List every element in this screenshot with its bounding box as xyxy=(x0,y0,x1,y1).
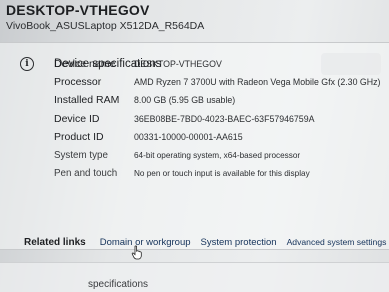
info-icon: i xyxy=(20,57,34,71)
spec-value: 36EB08BE-7BD0-4023-BAEC-63F57946759A xyxy=(134,113,315,124)
spec-label: Installed RAM xyxy=(54,94,120,107)
spec-value: 64-bit operating system, x64-based proce… xyxy=(134,150,301,160)
spec-row-device-name: Device name DESKTOP-VTHEGOV xyxy=(54,55,380,73)
spec-label: Device name xyxy=(54,58,116,71)
device-header: DESKTOP-VTHEGOV VivoBook_ASUSLaptop X512… xyxy=(6,2,204,32)
spec-row-device-id: Device ID 36EB08BE-7BD0-4023-BAEC-63F579… xyxy=(54,110,380,128)
spec-label: Processor xyxy=(54,76,102,89)
spec-value: No pen or touch input is available for t… xyxy=(134,168,310,178)
spec-row-pen-and-touch: Pen and touch No pen or touch input is a… xyxy=(54,164,380,182)
spec-row-system-type: System type 64-bit operating system, x64… xyxy=(54,146,380,164)
system-protection-link[interactable]: System protection xyxy=(201,237,277,248)
spec-label: Device ID xyxy=(54,112,100,125)
spec-value: AMD Ryzen 7 3700U with Radeon Vega Mobil… xyxy=(134,77,381,88)
system-about-page: DESKTOP-VTHEGOV VivoBook_ASUSLaptop X512… xyxy=(0,0,389,292)
spec-row-installed-ram: Installed RAM 8.00 GB (5.95 GB usable) xyxy=(54,91,380,109)
next-section-peek xyxy=(0,262,389,292)
related-links-label: Related links xyxy=(24,236,86,248)
spec-value: DESKTOP-VTHEGOV xyxy=(134,59,222,70)
spec-row-processor: Processor AMD Ryzen 7 3700U with Radeon … xyxy=(54,73,380,91)
spec-label: Pen and touch xyxy=(54,167,118,179)
domain-or-workgroup-link[interactable]: Domain or workgroup xyxy=(100,237,191,248)
spec-value: 8.00 GB (5.95 GB usable) xyxy=(134,95,236,106)
spec-label: System type xyxy=(54,149,108,161)
hand-cursor-icon xyxy=(131,245,142,260)
advanced-system-settings-link[interactable]: Advanced system settings xyxy=(287,237,387,247)
next-section-title: specifications xyxy=(88,279,149,290)
spec-row-product-id: Product ID 00331-10000-00001-AA615 xyxy=(54,128,380,146)
spec-value: 00331-10000-00001-AA615 xyxy=(134,131,243,142)
related-links-bar: Related links Domain or workgroup System… xyxy=(0,222,389,262)
device-model: VivoBook_ASUSLaptop X512DA_R564DA xyxy=(6,20,205,32)
spec-rows: Device name DESKTOP-VTHEGOV Processor AM… xyxy=(54,55,380,182)
spec-label: Product ID xyxy=(54,130,104,143)
device-name-heading: DESKTOP-VTHEGOV xyxy=(6,2,150,18)
